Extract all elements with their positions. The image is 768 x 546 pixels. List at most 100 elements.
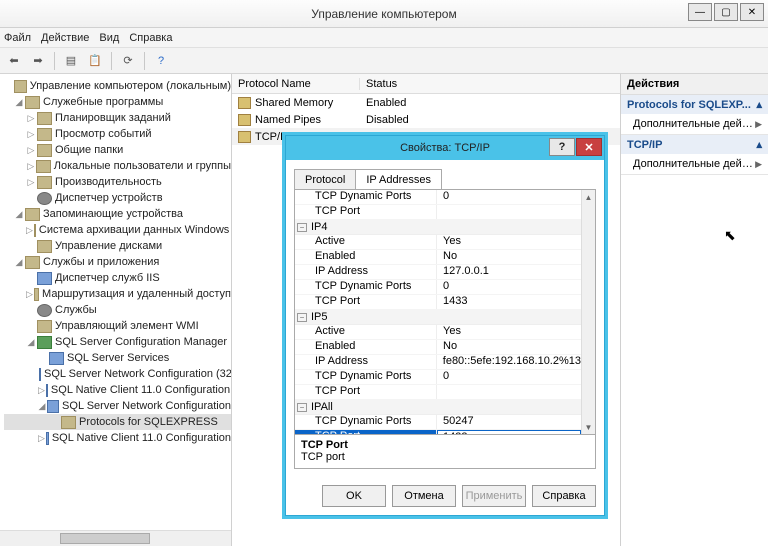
protocol-row[interactable]: Named Pipes Disabled: [232, 111, 620, 128]
ok-button[interactable]: OK: [322, 485, 386, 507]
column-status[interactable]: Status: [360, 78, 397, 90]
tree-local-users[interactable]: Локальные пользователи и группы: [54, 158, 231, 174]
back-icon[interactable]: ⬅: [4, 51, 24, 71]
property-value[interactable]: 50247: [437, 415, 581, 429]
property-value[interactable]: No: [437, 340, 581, 354]
expand-icon[interactable]: ◢: [14, 206, 24, 222]
expand-icon[interactable]: ▷: [26, 174, 36, 190]
expand-icon[interactable]: ▷: [26, 158, 35, 174]
tree-sql-services[interactable]: SQL Server Services: [67, 350, 169, 366]
actions-more[interactable]: Дополнительные дей… ▶: [621, 114, 768, 134]
close-button[interactable]: ✕: [740, 3, 764, 21]
property-value[interactable]: 0: [437, 280, 581, 294]
expand-icon[interactable]: ◢: [14, 94, 24, 110]
expand-icon[interactable]: ▷: [26, 286, 33, 302]
apply-button[interactable]: Применить: [462, 485, 526, 507]
scroll-up-icon[interactable]: ▲: [582, 190, 595, 204]
expand-icon[interactable]: ▷: [38, 430, 45, 446]
tree-disk-mgmt[interactable]: Управление дисками: [55, 238, 162, 254]
dialog-titlebar[interactable]: Свойства: TCP/IP ? ✕: [286, 136, 604, 160]
property-category[interactable]: −IP4: [295, 220, 581, 235]
property-row[interactable]: TCP Dynamic Ports50247: [295, 415, 581, 430]
refresh-icon[interactable]: ⟳: [118, 51, 138, 71]
forward-icon[interactable]: ➡: [28, 51, 48, 71]
cancel-button[interactable]: Отмена: [392, 485, 456, 507]
property-value[interactable]: 1433: [437, 295, 581, 309]
dialog-close-button[interactable]: ✕: [576, 138, 602, 156]
property-row[interactable]: IP Address127.0.0.1: [295, 265, 581, 280]
collapse-icon[interactable]: −: [297, 223, 307, 232]
tree-service-programs[interactable]: Служебные программы: [43, 94, 163, 110]
tree-root[interactable]: Управление компьютером (локальным): [30, 78, 231, 94]
tab-ip-addresses[interactable]: IP Addresses: [355, 169, 442, 190]
dialog-help-button[interactable]: ?: [549, 138, 575, 156]
expand-icon[interactable]: ▷: [26, 110, 36, 126]
tree-backup[interactable]: Система архивации данных Windows Ser: [39, 222, 231, 238]
tree-task-scheduler[interactable]: Планировщик заданий: [55, 110, 171, 126]
actions-group-protocols[interactable]: Protocols for SQLEXP... ▴: [621, 95, 768, 114]
tree-sqlcfg[interactable]: SQL Server Configuration Manager: [55, 334, 227, 350]
tree-sql-netcfg[interactable]: SQL Server Network Configuration: [62, 398, 231, 414]
tab-protocol[interactable]: Protocol: [294, 169, 356, 190]
property-row[interactable]: TCP Port1433: [295, 430, 581, 434]
property-row[interactable]: ActiveYes: [295, 235, 581, 250]
tree-rras[interactable]: Маршрутизация и удаленный доступ: [42, 286, 231, 302]
property-category[interactable]: −IPAll: [295, 400, 581, 415]
menu-view[interactable]: Вид: [99, 32, 119, 44]
property-value[interactable]: 0: [437, 370, 581, 384]
property-value[interactable]: 1433: [437, 430, 581, 434]
expand-icon[interactable]: ▷: [26, 126, 36, 142]
property-value[interactable]: No: [437, 250, 581, 264]
property-row[interactable]: ActiveYes: [295, 325, 581, 340]
actions-more[interactable]: Дополнительные дей… ▶: [621, 154, 768, 174]
property-value[interactable]: 0: [437, 190, 581, 204]
collapse-icon[interactable]: −: [297, 313, 307, 322]
property-value[interactable]: [437, 385, 581, 399]
expand-icon[interactable]: ▷: [26, 142, 36, 158]
expand-icon[interactable]: ◢: [38, 398, 46, 414]
tree-sql-native11-32[interactable]: SQL Native Client 11.0 Configuration (: [51, 382, 231, 398]
tree-event-viewer[interactable]: Просмотр событий: [55, 126, 152, 142]
help-icon[interactable]: ?: [151, 51, 171, 71]
menu-action[interactable]: Действие: [41, 32, 89, 44]
property-category[interactable]: −IP5: [295, 310, 581, 325]
property-row[interactable]: EnabledNo: [295, 250, 581, 265]
expand-icon[interactable]: ▷: [26, 222, 33, 238]
tree-sql-native11[interactable]: SQL Native Client 11.0 Configuration: [52, 430, 231, 446]
menu-help[interactable]: Справка: [129, 32, 172, 44]
help-button[interactable]: Справка: [532, 485, 596, 507]
property-value[interactable]: 127.0.0.1: [437, 265, 581, 279]
tree-performance[interactable]: Производительность: [55, 174, 162, 190]
tree-shared-folders[interactable]: Общие папки: [55, 142, 123, 158]
show-hide-tree-icon[interactable]: ▤: [61, 51, 81, 71]
expand-icon[interactable]: ◢: [14, 254, 24, 270]
property-row[interactable]: EnabledNo: [295, 340, 581, 355]
property-value[interactable]: [437, 205, 581, 219]
tree-services-apps[interactable]: Службы и приложения: [43, 254, 159, 270]
tree-hscrollbar[interactable]: [0, 530, 231, 546]
property-row[interactable]: TCP Dynamic Ports0: [295, 280, 581, 295]
tree-iis[interactable]: Диспетчер служб IIS: [55, 270, 160, 286]
property-value[interactable]: fe80::5efe:192.168.10.2%13: [437, 355, 581, 369]
collapse-icon[interactable]: −: [297, 403, 307, 412]
property-row[interactable]: IP Addressfe80::5efe:192.168.10.2%13: [295, 355, 581, 370]
expand-icon[interactable]: ▷: [38, 382, 45, 398]
property-scrollbar[interactable]: ▲ ▼: [581, 190, 595, 434]
maximize-button[interactable]: ▢: [714, 3, 738, 21]
tree-wmi[interactable]: Управляющий элемент WMI: [55, 318, 199, 334]
column-protocol-name[interactable]: Protocol Name: [232, 78, 360, 90]
scroll-down-icon[interactable]: ▼: [582, 420, 595, 434]
property-row[interactable]: TCP Dynamic Ports0: [295, 190, 581, 205]
tree-services[interactable]: Службы: [55, 302, 97, 318]
minimize-button[interactable]: —: [688, 3, 712, 21]
tree-device-manager[interactable]: Диспетчер устройств: [55, 190, 163, 206]
property-row[interactable]: TCP Port1433: [295, 295, 581, 310]
actions-group-tcpip[interactable]: TCP/IP ▴: [621, 135, 768, 154]
protocol-row[interactable]: Shared Memory Enabled: [232, 94, 620, 111]
menu-file[interactable]: Файл: [4, 32, 31, 44]
property-row[interactable]: TCP Port: [295, 205, 581, 220]
tree-protocols-sqlexpress[interactable]: Protocols for SQLEXPRESS: [79, 414, 218, 430]
property-value[interactable]: Yes: [437, 235, 581, 249]
property-row[interactable]: TCP Dynamic Ports0: [295, 370, 581, 385]
tree-storage[interactable]: Запоминающие устройства: [43, 206, 183, 222]
